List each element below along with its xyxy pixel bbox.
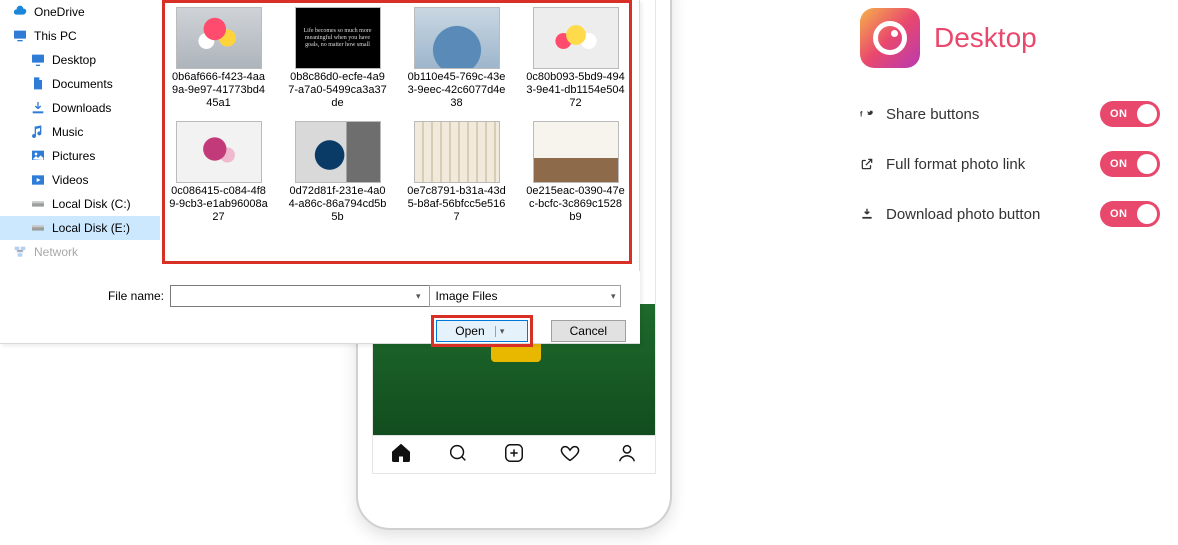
downloads-icon (30, 100, 46, 116)
heart-icon[interactable] (559, 442, 581, 467)
tree-item-videos[interactable]: Videos (0, 168, 160, 192)
chevron-down-icon: ▾ (611, 291, 616, 302)
toggle-switch[interactable]: ON (1100, 201, 1160, 227)
filetype-combo[interactable]: Image Files ▾ (429, 285, 621, 307)
tree-item-label: Desktop (52, 53, 96, 67)
file-name: 0b6af666-f423-4aa9a-9e97-41773bd445a1 (169, 71, 268, 111)
file-grid-highlight: 0b6af666-f423-4aa9a-9e97-41773bd445a1 Lif… (162, 0, 632, 264)
tree-item-onedrive[interactable]: OneDrive (0, 0, 160, 24)
tree-item-this-pc[interactable]: This PC (0, 24, 160, 48)
file-name: 0e7c8791-b31a-43d5-b8af-56bfcc5e5167 (407, 185, 506, 225)
pictures-icon (30, 148, 46, 164)
file-item[interactable]: 0e215eac-0390-47ec-bcfc-3c869c1528b9 (526, 121, 625, 225)
option-label: Download photo button (886, 206, 1040, 223)
filetype-label: Image Files (436, 289, 498, 303)
file-item[interactable]: Life becomes so much more meaningful whe… (288, 7, 387, 111)
file-thumbnail (176, 121, 262, 183)
videos-icon (30, 172, 46, 188)
profile-icon[interactable] (616, 442, 638, 467)
tree-item-label: Videos (52, 173, 88, 187)
open-split-icon[interactable]: ▾ (495, 326, 509, 337)
open-button[interactable]: Open ▾ (436, 320, 527, 342)
file-item[interactable]: 0b6af666-f423-4aa9a-9e97-41773bd445a1 (169, 7, 268, 111)
option-row: Download photo button ON (860, 194, 1160, 234)
disk-icon (30, 196, 46, 212)
home-icon[interactable] (390, 442, 412, 467)
file-item[interactable]: 0e7c8791-b31a-43d5-b8af-56bfcc5e5167 (407, 121, 506, 225)
svg-text:f: f (860, 112, 863, 119)
option-label: Share buttons (886, 106, 979, 123)
file-name: 0d72d81f-231e-4a04-a86c-86a794cd5b5b (288, 185, 387, 225)
documents-icon (30, 76, 46, 92)
tree-item-downloads[interactable]: Downloads (0, 96, 160, 120)
thispc-icon (12, 28, 28, 44)
toggle-switch[interactable]: ON (1100, 151, 1160, 177)
tree-item-label: Music (52, 125, 83, 139)
tree-item-documents[interactable]: Documents (0, 72, 160, 96)
extension-panel: Desktop fShare buttonsONFull format phot… (860, 8, 1160, 244)
file-name: 0e215eac-0390-47ec-bcfc-3c869c1528b9 (526, 185, 625, 225)
dialog-bottom: File name: ▾ Image Files ▾ Open ▾ Cancel (0, 271, 640, 343)
tree-item-label: Local Disk (E:) (52, 221, 130, 235)
file-thumbnail (414, 121, 500, 183)
share-icon: f (860, 107, 878, 121)
download-icon (860, 207, 878, 221)
tree-item-network[interactable]: Network (0, 240, 160, 264)
tree-item-label: Network (34, 245, 78, 259)
search-icon[interactable] (447, 442, 469, 467)
file-item[interactable]: 0b110e45-769c-43e3-9eec-42c6077d4e38 (407, 7, 506, 111)
open-button-highlight: Open ▾ (431, 315, 532, 347)
file-name: 0b110e45-769c-43e3-9eec-42c6077d4e38 (407, 71, 506, 111)
disk-icon (30, 220, 46, 236)
tree-item-label: Documents (52, 77, 113, 91)
tree-item-local-disk-c-[interactable]: Local Disk (C:) (0, 192, 160, 216)
file-grid: 0b6af666-f423-4aa9a-9e97-41773bd445a1 Lif… (169, 7, 625, 225)
network-icon (12, 244, 28, 260)
file-thumbnail (414, 7, 500, 69)
option-row: f Share buttons ON (860, 94, 1160, 134)
filename-input[interactable] (170, 285, 430, 307)
file-thumbnail: Life becomes so much more meaningful whe… (295, 7, 381, 69)
tree-item-label: OneDrive (34, 5, 85, 19)
option-row: Full format photo link ON (860, 144, 1160, 184)
file-thumbnail (176, 7, 262, 69)
onedrive-icon (12, 4, 28, 20)
extension-logo-icon (860, 8, 920, 68)
filename-dropdown-icon[interactable]: ▾ (416, 291, 421, 302)
filename-label: File name: (0, 289, 170, 303)
file-thumbnail (533, 7, 619, 69)
tree-item-label: Downloads (52, 101, 111, 115)
tree-item-local-disk-e-[interactable]: Local Disk (E:) (0, 216, 160, 240)
cancel-button[interactable]: Cancel (551, 320, 626, 342)
file-item[interactable]: 0d72d81f-231e-4a04-a86c-86a794cd5b5b (288, 121, 387, 225)
tree-item-label: Pictures (52, 149, 95, 163)
file-name: 0b8c86d0-ecfe-4a97-a7a0-5499ca3a37de (288, 71, 387, 111)
tree-item-label: This PC (34, 29, 77, 43)
extension-title: Desktop (934, 22, 1037, 54)
file-name: 0c086415-c084-4f89-9cb3-e1ab96008a27 (169, 185, 268, 225)
phone-tabbar (373, 435, 655, 473)
tree-item-pictures[interactable]: Pictures (0, 144, 160, 168)
desktop-icon (30, 52, 46, 68)
file-open-dialog: OneDrive This PC Desktop Documents Downloads… (0, 0, 640, 344)
file-item[interactable]: 0c80b093-5bd9-4943-9e41-db1154e50472 (526, 7, 625, 111)
file-thumbnail (295, 121, 381, 183)
toggle-switch[interactable]: ON (1100, 101, 1160, 127)
add-icon[interactable] (503, 442, 525, 467)
file-name: 0c80b093-5bd9-4943-9e41-db1154e50472 (526, 71, 625, 111)
nav-tree: OneDrive This PC Desktop Documents Downloads… (0, 0, 160, 275)
file-thumbnail (533, 121, 619, 183)
music-icon (30, 124, 46, 140)
tree-item-music[interactable]: Music (0, 120, 160, 144)
file-item[interactable]: 0c086415-c084-4f89-9cb3-e1ab96008a27 (169, 121, 268, 225)
option-label: Full format photo link (886, 156, 1025, 173)
tree-item-label: Local Disk (C:) (52, 197, 131, 211)
link-icon (860, 157, 878, 171)
tree-item-desktop[interactable]: Desktop (0, 48, 160, 72)
